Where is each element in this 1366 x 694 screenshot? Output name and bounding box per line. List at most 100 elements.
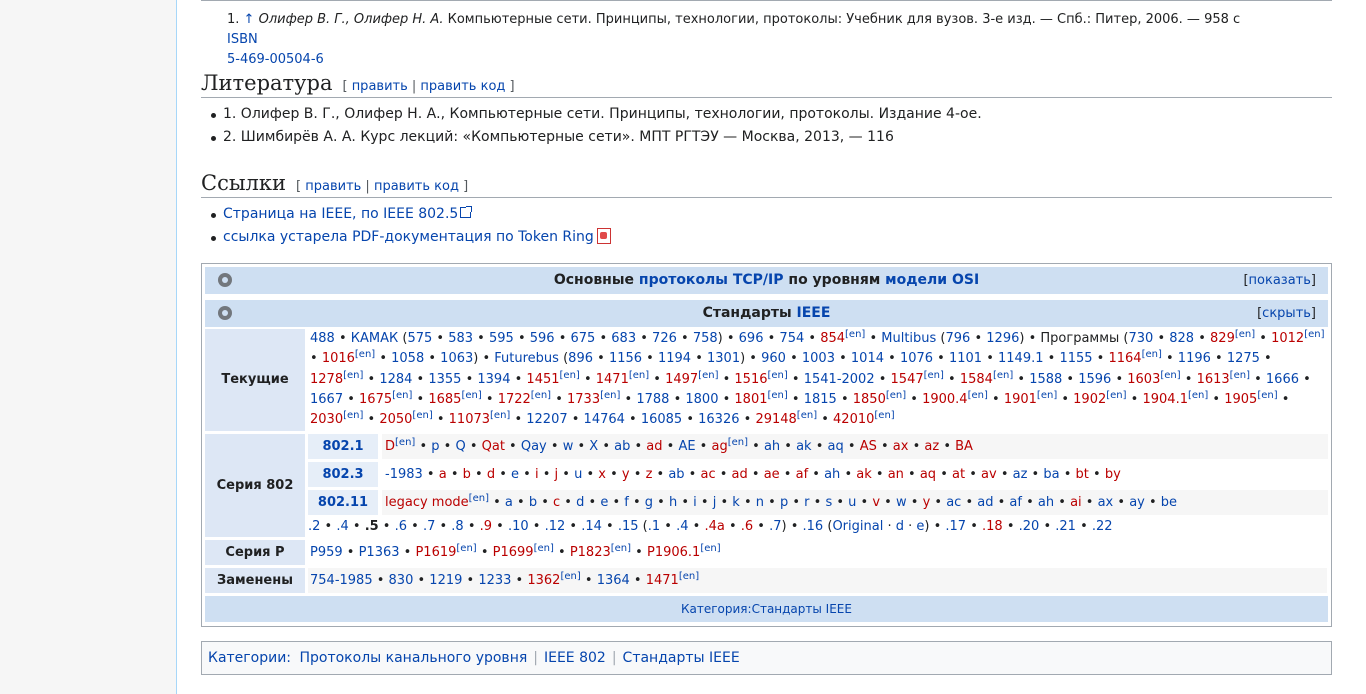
edit-link[interactable]: править: [352, 79, 408, 94]
standard-link[interactable]: P1619: [415, 545, 456, 560]
standard-link[interactable]: 1675: [359, 392, 392, 407]
standard-link[interactable]: ax: [1098, 495, 1114, 510]
standard-link[interactable]: .4a: [704, 519, 724, 534]
standard-link[interactable]: [en]: [412, 410, 432, 421]
edit-code-link[interactable]: править код: [420, 79, 505, 94]
standard-link[interactable]: .15: [618, 519, 639, 534]
standard-link[interactable]: at: [952, 467, 965, 482]
standard-link[interactable]: az: [1013, 467, 1028, 482]
standard-link[interactable]: b: [463, 467, 471, 482]
category-link[interactable]: Протоколы канального уровня: [299, 650, 527, 666]
standard-link[interactable]: 1471: [646, 573, 679, 588]
standard-link[interactable]: 1603: [1127, 372, 1160, 387]
standard-link[interactable]: .17: [945, 519, 966, 534]
standard-link[interactable]: 1541-2002: [804, 372, 875, 387]
standard-link[interactable]: [en]: [560, 571, 580, 582]
standard-link[interactable]: 1278: [310, 372, 343, 387]
standard-link[interactable]: 1063: [440, 351, 473, 366]
standard-link[interactable]: [en]: [343, 410, 363, 421]
standard-link[interactable]: [en]: [490, 410, 510, 421]
standard-link[interactable]: 1904.1: [1142, 392, 1188, 407]
standard-link[interactable]: aq: [920, 467, 936, 482]
standard-link[interactable]: .7: [769, 519, 781, 534]
standard-link[interactable]: 1905: [1224, 392, 1257, 407]
standard-link[interactable]: ak: [856, 467, 872, 482]
standard-link[interactable]: 1164: [1108, 351, 1141, 366]
standard-link[interactable]: [en]: [456, 543, 476, 554]
ieee-link[interactable]: IEEE: [797, 305, 831, 321]
edit-link[interactable]: править: [305, 179, 361, 194]
standard-link[interactable]: d: [576, 495, 584, 510]
standard-link[interactable]: az: [924, 439, 939, 454]
standard-link[interactable]: 1902: [1073, 392, 1106, 407]
link-802-11[interactable]: 802.11: [318, 495, 368, 510]
standard-link[interactable]: [en]: [845, 329, 865, 340]
standard-link[interactable]: [en]: [1235, 329, 1255, 340]
standard-link[interactable]: [en]: [600, 390, 620, 401]
standard-link[interactable]: p: [431, 439, 439, 454]
standard-link[interactable]: 1394: [477, 372, 510, 387]
standard-link[interactable]: 1355: [428, 372, 461, 387]
standard-link[interactable]: 16085: [641, 412, 682, 427]
standard-link[interactable]: 796: [946, 331, 971, 346]
standard-link[interactable]: 1901: [1004, 392, 1037, 407]
standard-link[interactable]: P1906.1: [647, 545, 700, 560]
standard-link[interactable]: ad: [977, 495, 993, 510]
standard-link[interactable]: 754: [779, 331, 804, 346]
standard-link[interactable]: Qay: [521, 439, 547, 454]
standard-link[interactable]: r: [804, 495, 809, 510]
standard-link[interactable]: [en]: [1160, 370, 1180, 381]
osi-link[interactable]: модели OSI: [885, 272, 979, 288]
standard-link[interactable]: 754-1985: [310, 573, 373, 588]
standard-link[interactable]: x: [598, 467, 606, 482]
standard-link[interactable]: 830: [389, 573, 414, 588]
standard-link[interactable]: be: [1161, 495, 1177, 510]
standard-link[interactable]: 1058: [391, 351, 424, 366]
standard-link[interactable]: .2: [308, 519, 320, 534]
standard-link[interactable]: 1016: [322, 351, 355, 366]
standard-link[interactable]: y: [923, 495, 931, 510]
standard-link[interactable]: ba: [1043, 467, 1059, 482]
standard-link[interactable]: P1823: [570, 545, 611, 560]
standard-link[interactable]: bt: [1076, 467, 1089, 482]
standard-link[interactable]: 1219: [429, 573, 462, 588]
standard-link[interactable]: ah: [764, 439, 780, 454]
standard-link[interactable]: n: [756, 495, 764, 510]
standard-link[interactable]: legacy mode: [385, 495, 469, 510]
standard-link[interactable]: a: [439, 467, 447, 482]
toggle-show[interactable]: [показать]: [1243, 267, 1316, 294]
standard-link[interactable]: 1685: [428, 392, 461, 407]
standard-link[interactable]: [en]: [1188, 390, 1208, 401]
standard-link[interactable]: 730: [1129, 331, 1154, 346]
standard-link[interactable]: 11073: [449, 412, 490, 427]
standard-link[interactable]: [en]: [768, 370, 788, 381]
standard-link[interactable]: X: [589, 439, 598, 454]
standard-link[interactable]: 583: [448, 331, 473, 346]
standard-link[interactable]: [en]: [629, 370, 649, 381]
categories-label-link[interactable]: Категории:: [208, 650, 291, 666]
standard-link[interactable]: P1363: [359, 545, 400, 560]
standard-link[interactable]: 1516: [734, 372, 767, 387]
standard-link[interactable]: 1547: [891, 372, 924, 387]
standard-link[interactable]: -1983: [385, 467, 423, 482]
standard-link[interactable]: 1788: [636, 392, 669, 407]
standard-link[interactable]: g: [645, 495, 653, 510]
standard-link[interactable]: 42010: [833, 412, 874, 427]
standard-link[interactable]: ad: [646, 439, 662, 454]
standard-link[interactable]: e: [600, 495, 608, 510]
standard-link[interactable]: 1012: [1271, 331, 1304, 346]
gear-icon[interactable]: [216, 306, 234, 320]
standard-link[interactable]: [en]: [924, 370, 944, 381]
standard-link[interactable]: [en]: [343, 370, 363, 381]
standard-link[interactable]: .22: [1092, 519, 1113, 534]
standard-link[interactable]: 1900.4: [922, 392, 968, 407]
link-802-1[interactable]: 802.1: [322, 439, 363, 454]
standard-link[interactable]: AE: [678, 439, 695, 454]
gear-icon[interactable]: [216, 273, 234, 287]
standard-link[interactable]: k: [732, 495, 740, 510]
standard-link[interactable]: [en]: [395, 437, 415, 448]
standard-link[interactable]: 1815: [804, 392, 837, 407]
standard-link[interactable]: p: [780, 495, 788, 510]
standard-link[interactable]: ac: [700, 467, 715, 482]
standard-link[interactable]: [en]: [728, 437, 748, 448]
